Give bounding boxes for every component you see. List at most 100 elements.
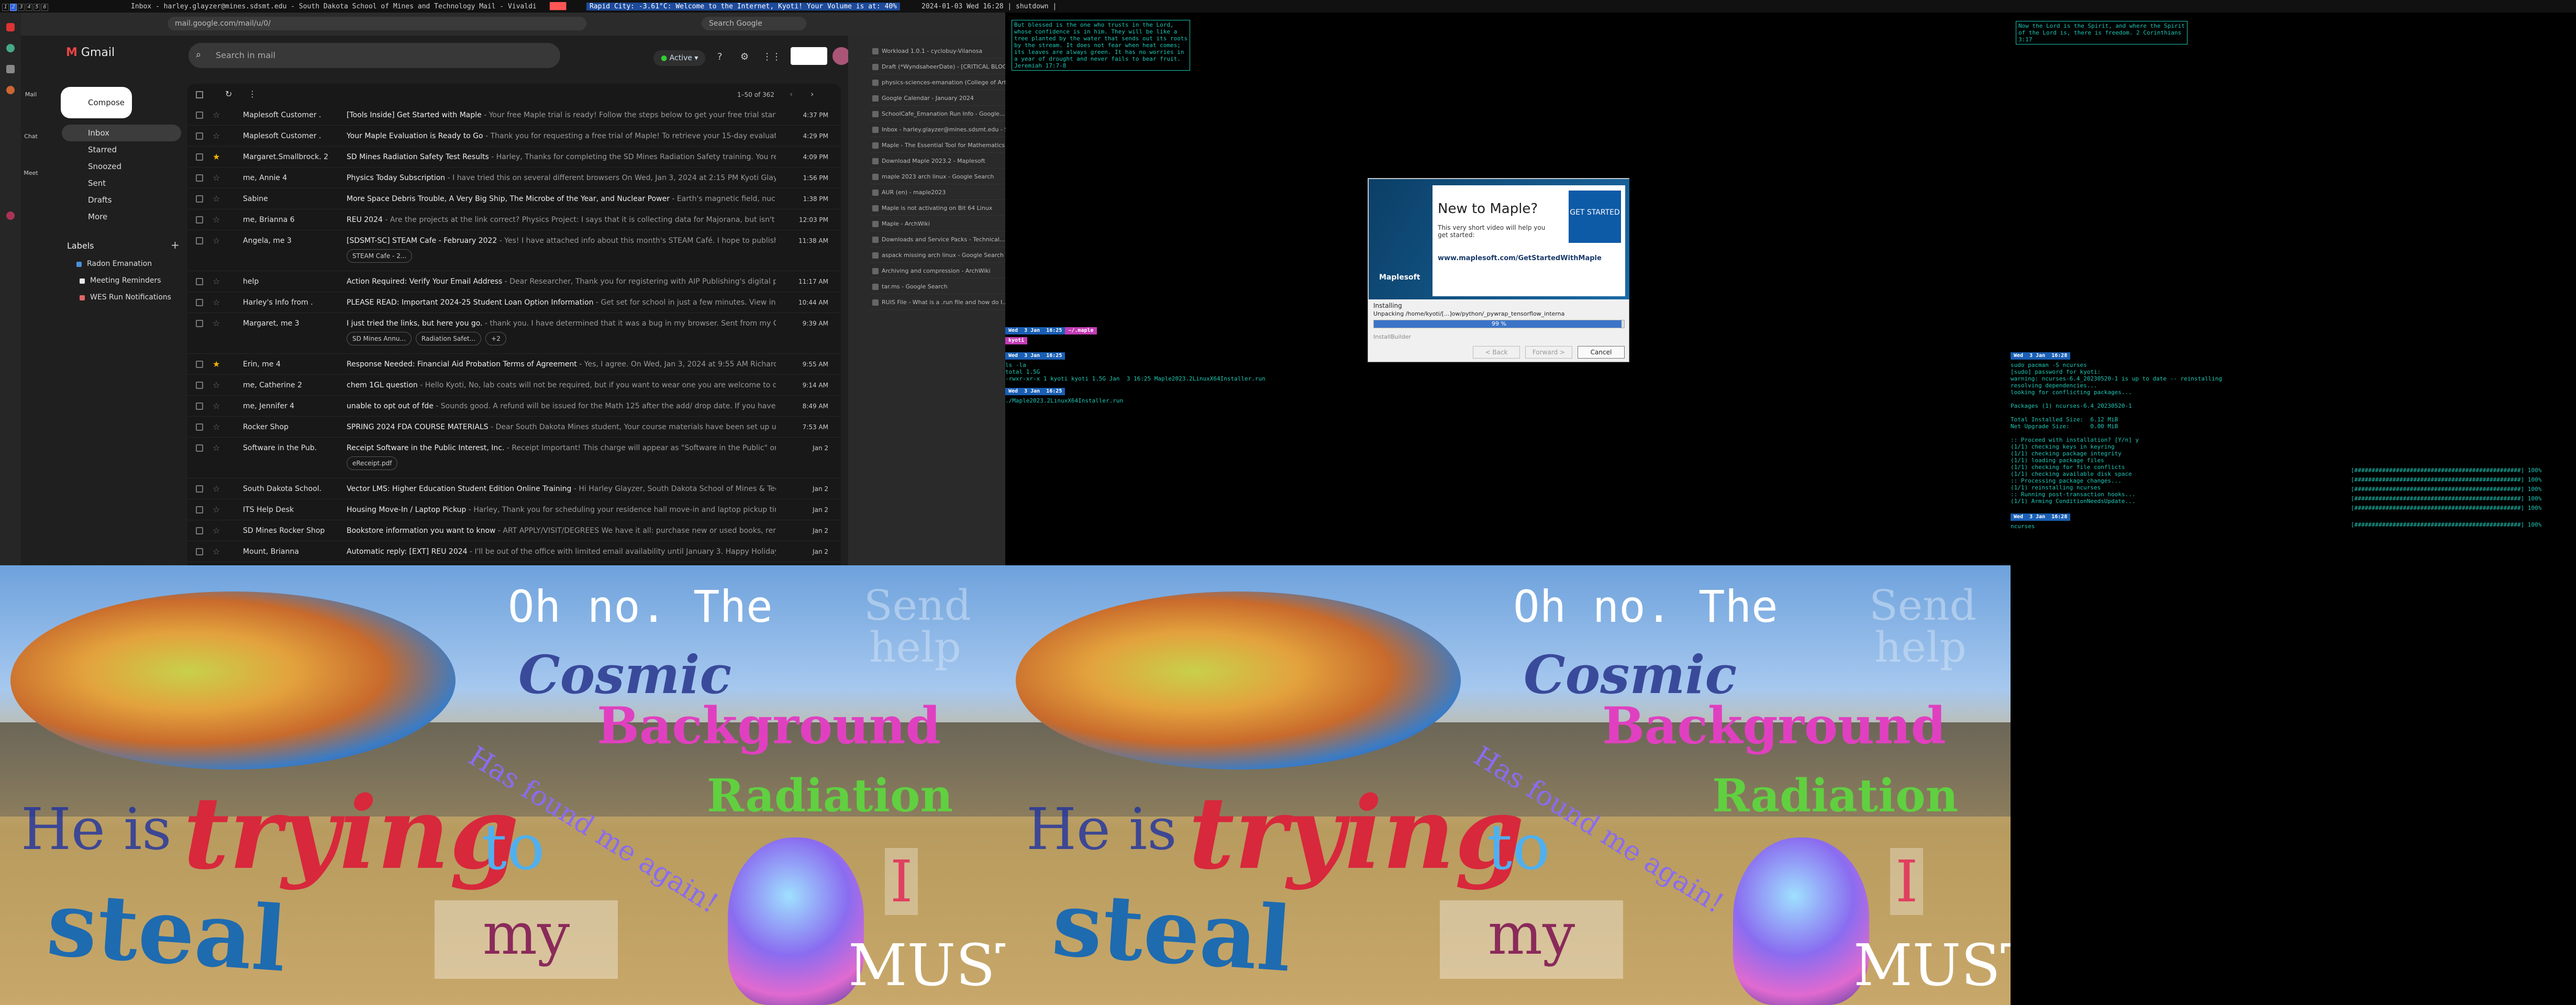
get-started-link[interactable]: www.maplesoft.com/GetStartedWithMaple xyxy=(1438,254,1602,262)
clock-shutdown[interactable]: 2024-01-03 Wed 16:28 | shutdown | xyxy=(921,3,1057,10)
avatar[interactable] xyxy=(832,47,850,65)
row-checkbox[interactable] xyxy=(196,423,203,431)
star-icon[interactable]: ☆ xyxy=(213,499,220,520)
star-icon[interactable]: ☆ xyxy=(213,375,220,395)
cancel-button[interactable]: Cancel xyxy=(1578,346,1625,359)
get-started-badge[interactable]: GET STARTED xyxy=(1569,191,1621,243)
attachment-chip[interactable]: +2 xyxy=(485,332,506,345)
table-row[interactable]: ☆ me, Catherine 2 chem 1GL question - Hell… xyxy=(187,375,841,396)
rail-meet[interactable]: Meet xyxy=(23,170,39,176)
workspace-switcher[interactable]: 123456 xyxy=(2,3,49,11)
row-checkbox[interactable] xyxy=(196,320,203,327)
star-icon[interactable]: ☆ xyxy=(213,478,220,499)
browser-tab[interactable]: Google Calendar - January 2024 xyxy=(869,91,1005,106)
notes-icon[interactable] xyxy=(6,86,15,94)
star-icon[interactable]: ★ xyxy=(213,147,220,167)
back-button[interactable]: < Back xyxy=(1473,346,1520,359)
table-row[interactable]: ★ Erin, me 4 Response Needed: Financial Ai… xyxy=(187,354,841,375)
row-checkbox[interactable] xyxy=(196,527,203,534)
row-checkbox[interactable] xyxy=(196,237,203,244)
table-row[interactable]: ☆ Maplesoft Customer . [Tools Inside] Get … xyxy=(187,105,841,126)
more-actions-icon[interactable]: ⋮ xyxy=(248,89,257,99)
row-checkbox[interactable] xyxy=(196,195,203,203)
star-icon[interactable]: ☆ xyxy=(213,188,220,209)
browser-tab[interactable]: aspack missing arch linux - Google Searc… xyxy=(869,248,1005,263)
browser-tab[interactable]: physics-sciences-emanation (College of A… xyxy=(869,75,1005,90)
workspace-1[interactable]: 1 xyxy=(2,4,9,11)
table-row[interactable]: ☆ Harley's Info from . PLEASE READ: Import… xyxy=(187,292,841,313)
row-checkbox[interactable] xyxy=(196,548,203,555)
row-checkbox[interactable] xyxy=(196,299,203,306)
star-icon[interactable]: ☆ xyxy=(213,438,220,459)
star-icon[interactable]: ☆ xyxy=(213,271,220,292)
browser-tab[interactable]: Workload 1.0.1 - cyclobuy-Vilanosa xyxy=(869,44,1005,59)
browser-tab[interactable]: Archiving and compression - ArchWiki xyxy=(869,264,1005,278)
row-checkbox[interactable] xyxy=(196,153,203,161)
attachment-chip[interactable]: eReceipt.pdf xyxy=(347,456,398,470)
browser-tab[interactable]: Downloads and Service Packs - Technical.… xyxy=(869,232,1005,247)
star-icon[interactable]: ☆ xyxy=(213,520,220,541)
browser-search[interactable]: Search Google xyxy=(702,17,806,30)
attachment-chip[interactable]: STEAM Cafe - 2... xyxy=(347,249,413,263)
table-row[interactable]: ☆ Mount, Brianna Automatic reply: [EXT] RE… xyxy=(187,541,841,562)
label-wes-run-notifications[interactable]: WES Run Notifications xyxy=(80,293,171,302)
star-icon[interactable]: ☆ xyxy=(213,541,220,562)
table-row[interactable]: ☆ me, Brianna 6 REU 2024 - Are the project… xyxy=(187,209,841,230)
refresh-icon[interactable]: ↻ xyxy=(225,89,232,99)
table-row[interactable]: ☆ me, Annie 4 Physics Today Subscription -… xyxy=(187,168,841,188)
nav-sent[interactable]: Sent xyxy=(62,175,181,192)
table-row[interactable]: ☆ Sabine More Space Debris Trouble, A Very… xyxy=(187,188,841,209)
table-row[interactable]: ☆ ITS Help Desk Housing Move-In / Laptop P… xyxy=(187,499,841,520)
browser-tab[interactable]: Draft (*WyndsaheerDate) - [CRITICAL BLOC… xyxy=(869,60,1005,74)
select-all-checkbox[interactable] xyxy=(196,91,203,98)
downloads-icon[interactable] xyxy=(6,65,15,73)
mail-panel-icon[interactable] xyxy=(6,211,15,220)
row-checkbox[interactable] xyxy=(196,403,203,410)
help-icon[interactable]: ? xyxy=(717,51,723,62)
workspace-4[interactable]: 4 xyxy=(26,4,32,11)
browser-tab[interactable]: Maple - The Essential Tool for Mathemati… xyxy=(869,138,1005,153)
browser-tab[interactable]: Maple is not activating on Bit 64 Linux xyxy=(869,201,1005,216)
star-icon[interactable]: ☆ xyxy=(213,417,220,437)
browser-tab[interactable]: Inbox - harley.glayzer@mines.sdsmt.edu -… xyxy=(869,122,1005,137)
workspace-2[interactable]: 2 xyxy=(10,4,17,11)
browser-tab[interactable]: SchoolCafe_Emanation Run Info - Google..… xyxy=(869,107,1005,121)
rail-chat[interactable]: Chat xyxy=(23,133,39,140)
nav-drafts[interactable]: Drafts xyxy=(62,192,181,208)
row-checkbox[interactable] xyxy=(196,278,203,285)
table-row[interactable]: ☆ Maplesoft Customer . Your Maple Evaluati… xyxy=(187,126,841,147)
search-input[interactable]: Search in mail xyxy=(188,43,560,68)
vivaldi-icon[interactable] xyxy=(6,23,15,31)
row-checkbox[interactable] xyxy=(196,444,203,452)
attachment-chip[interactable]: SD Mines Annu... xyxy=(347,332,412,345)
star-icon[interactable]: ☆ xyxy=(213,126,220,146)
browser-tab[interactable]: AUR (en) - maple2023 xyxy=(869,185,1005,200)
settings-icon[interactable]: ⚙ xyxy=(740,51,749,62)
table-row[interactable]: ☆ Software in the Pub. Receipt Software in… xyxy=(187,438,841,478)
table-row[interactable]: ☆ me, Jennifer 4 unable to opt out of fde … xyxy=(187,396,841,417)
forward-button[interactable]: Forward > xyxy=(1525,346,1572,359)
nav-starred[interactable]: Starred xyxy=(62,141,181,158)
table-row[interactable]: ☆ help Action Required: Verify Your Email … xyxy=(187,271,841,292)
row-checkbox[interactable] xyxy=(196,132,203,140)
table-row[interactable]: ☆ South Dakota School. Vector LMS: Higher … xyxy=(187,478,841,499)
nav-more[interactable]: More xyxy=(62,208,181,225)
browser-tab[interactable]: Maple - ArchWiki xyxy=(869,217,1005,231)
label-radon-emanation[interactable]: Radon Emanation xyxy=(76,260,152,268)
browser-tab[interactable]: Download Maple 2023.2 - Maplesoft xyxy=(869,154,1005,169)
nav-snoozed[interactable]: Snoozed xyxy=(62,158,181,175)
workspace-3[interactable]: 3 xyxy=(18,4,25,11)
installer-command[interactable]: ./Maple2023.2LinuxX64Installer.run xyxy=(1005,397,1288,404)
browser-tab[interactable]: RUIS File - What is a .run file and how … xyxy=(869,295,1005,310)
workspace-5[interactable]: 5 xyxy=(34,4,40,11)
compose-button[interactable]: Compose xyxy=(61,87,132,118)
prev-page-icon[interactable]: ‹ xyxy=(790,89,793,99)
table-row[interactable]: ☆ Angela, me 3 [SDSMT-SC] STEAM Cafe - Feb… xyxy=(187,230,841,271)
star-icon[interactable]: ☆ xyxy=(213,313,220,334)
row-checkbox[interactable] xyxy=(196,216,203,224)
star-icon[interactable]: ★ xyxy=(213,354,220,374)
gmail-logo[interactable]: M Gmail xyxy=(66,46,115,59)
attachment-chip[interactable]: Radiation Safet... xyxy=(415,332,482,345)
star-icon[interactable]: ☆ xyxy=(213,209,220,230)
next-page-icon[interactable]: › xyxy=(810,89,814,99)
